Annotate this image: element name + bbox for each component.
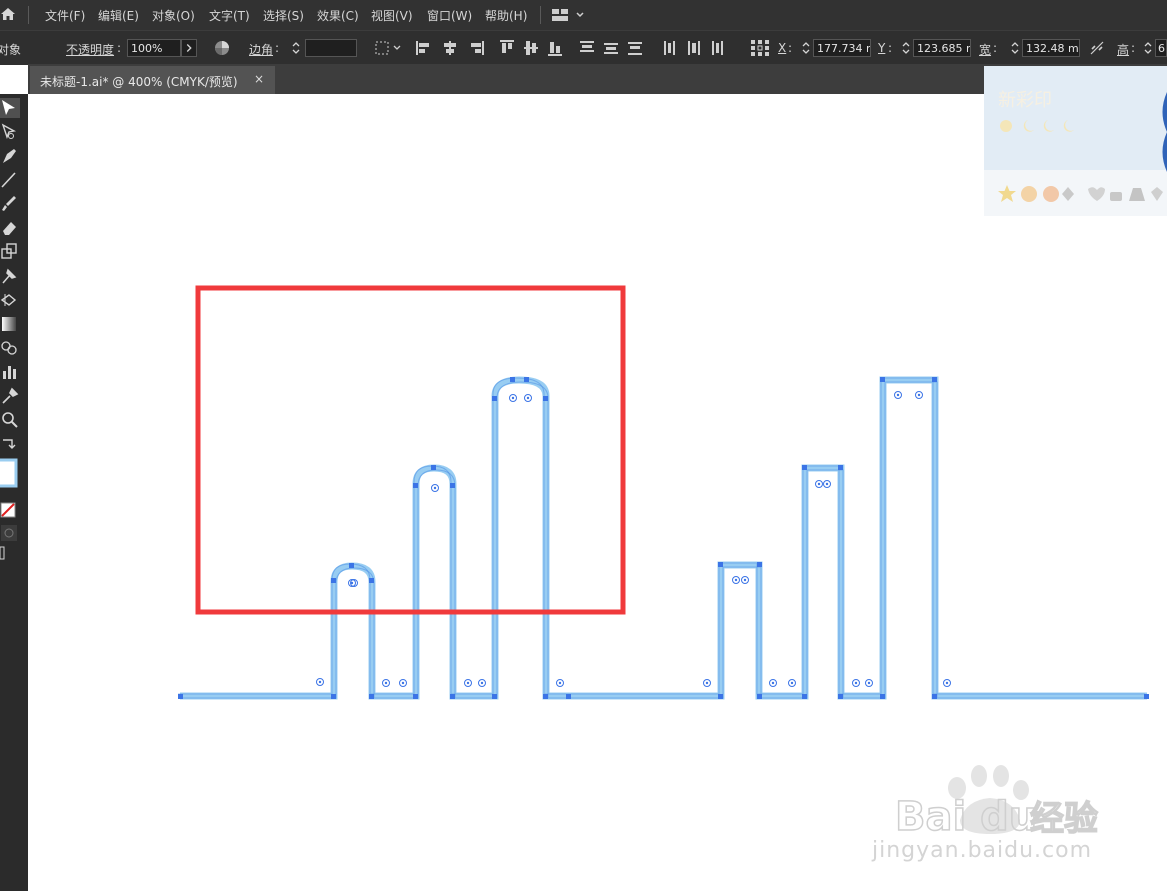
width-input[interactable]: 132.48 mm	[1022, 39, 1080, 57]
close-tab-icon[interactable]: ×	[254, 72, 264, 86]
corner-stepper-icon[interactable]	[290, 39, 302, 57]
opacity-input[interactable]: 100%	[127, 39, 181, 57]
height-colon: :	[1131, 41, 1136, 55]
y-input[interactable]: 123.685 m	[913, 39, 971, 57]
workspace-layout-icon[interactable]	[551, 7, 585, 23]
menu-view[interactable]: 视图(V)	[371, 7, 413, 24]
drawing-mode-icon[interactable]	[0, 524, 18, 542]
tools-panel	[0, 94, 28, 891]
swap-colors-icon[interactable]	[0, 436, 16, 452]
width-label[interactable]: 宽	[979, 41, 991, 58]
baidu-logo-text: Bai du	[895, 794, 1037, 840]
screen-mode-icon[interactable]	[0, 546, 8, 560]
x-stepper-icon[interactable]	[800, 39, 812, 57]
document-tab-title: 未标题-1.ai* @ 400% (CMYK/预览)	[40, 75, 238, 89]
ad-brand-text: 新彩印	[998, 90, 1052, 111]
opacity-colon: :	[117, 41, 122, 55]
paintbrush-tool-icon[interactable]	[0, 194, 20, 214]
column-graph-tool-icon[interactable]	[0, 362, 20, 382]
y-colon: :	[888, 41, 893, 55]
anchor-points[interactable]	[178, 377, 1149, 699]
object-label: 对象	[0, 43, 22, 57]
highlight-box	[195, 285, 626, 615]
height-stepper-icon[interactable]	[1142, 39, 1154, 57]
home-icon[interactable]	[0, 6, 16, 22]
height-label[interactable]: 高	[1117, 41, 1129, 58]
menu-effect[interactable]: 效果(C)	[317, 7, 359, 24]
document-tab[interactable]: 未标题-1.ai* @ 400% (CMYK/预览) ×	[30, 66, 275, 94]
fill-stroke-swatch-icon[interactable]	[0, 458, 18, 488]
corner-input[interactable]	[305, 39, 357, 57]
menu-type[interactable]: 文字(T)	[209, 7, 250, 24]
menu-object[interactable]: 对象(O)	[152, 7, 195, 24]
menu-help[interactable]: 帮助(H)	[485, 7, 527, 24]
ad-wave-decor	[1162, 92, 1167, 172]
control-bar: 对象 不透明度 : 100% 边角 : X: 177.734 m Y: 12…	[0, 30, 1167, 65]
menu-edit[interactable]: 编辑(E)	[98, 7, 139, 24]
gradient-tool-icon[interactable]	[0, 314, 20, 334]
direct-selection-tool-icon[interactable]	[0, 122, 20, 142]
bar-path-selection-edges-2	[182, 381, 1149, 699]
pen-tool-icon[interactable]	[0, 146, 20, 166]
reference-point-icon[interactable]	[749, 38, 771, 58]
menu-separator	[540, 6, 541, 24]
ad-moon-icons	[1000, 120, 1074, 132]
zoom-tool-icon[interactable]	[0, 410, 20, 430]
corner-colon: :	[275, 41, 280, 55]
blend-tool-icon[interactable]	[0, 338, 20, 358]
watermark-url: jingyan.baidu.com	[872, 838, 1093, 863]
puppet-warp-tool-icon[interactable]	[0, 266, 20, 286]
bar-path-selection-edges	[178, 377, 1145, 695]
scale-tool-icon[interactable]	[0, 242, 20, 262]
align-to-selection-icon[interactable]	[374, 38, 404, 58]
x-input[interactable]: 177.734 m	[813, 39, 871, 57]
floating-ad-panel[interactable]: 新彩印	[984, 66, 1167, 216]
jingyan-logo-text: 经验	[1030, 799, 1098, 839]
opacity-dropdown-icon[interactable]	[181, 39, 197, 57]
selection-tool-icon[interactable]	[0, 98, 20, 118]
menu-separator	[28, 6, 29, 24]
align-distribute-icons[interactable]	[414, 38, 754, 58]
height-input[interactable]: 6	[1155, 39, 1167, 57]
width-stepper-icon[interactable]	[1009, 39, 1021, 57]
eyedropper-tool-icon[interactable]	[0, 386, 20, 406]
menu-file[interactable]: 文件(F)	[45, 7, 85, 24]
recolor-artwork-icon[interactable]	[213, 39, 231, 57]
line-tool-icon[interactable]	[0, 170, 20, 190]
constrain-proportions-icon[interactable]	[1089, 40, 1105, 56]
x-colon: :	[788, 41, 793, 55]
menu-bar: 文件(F) 编辑(E) 对象(O) 文字(T) 选择(S) 效果(C) 视图(V…	[0, 0, 1167, 30]
x-label[interactable]: X	[778, 41, 786, 55]
corner-label[interactable]: 边角	[249, 41, 273, 58]
y-stepper-icon[interactable]	[900, 39, 912, 57]
menu-select[interactable]: 选择(S)	[263, 7, 304, 24]
eraser-tool-icon[interactable]	[0, 218, 20, 238]
none-color-icon[interactable]	[0, 502, 16, 518]
opacity-label[interactable]: 不透明度	[66, 41, 114, 58]
width-colon: :	[993, 41, 998, 55]
shape-builder-tool-icon[interactable]	[0, 290, 20, 310]
y-label[interactable]: Y	[878, 41, 885, 55]
ad-badge-icons	[998, 185, 1163, 202]
bar-path-outline[interactable]	[180, 376, 1147, 700]
menu-window[interactable]: 窗口(W)	[427, 7, 472, 24]
corner-widgets[interactable]	[316, 391, 951, 687]
